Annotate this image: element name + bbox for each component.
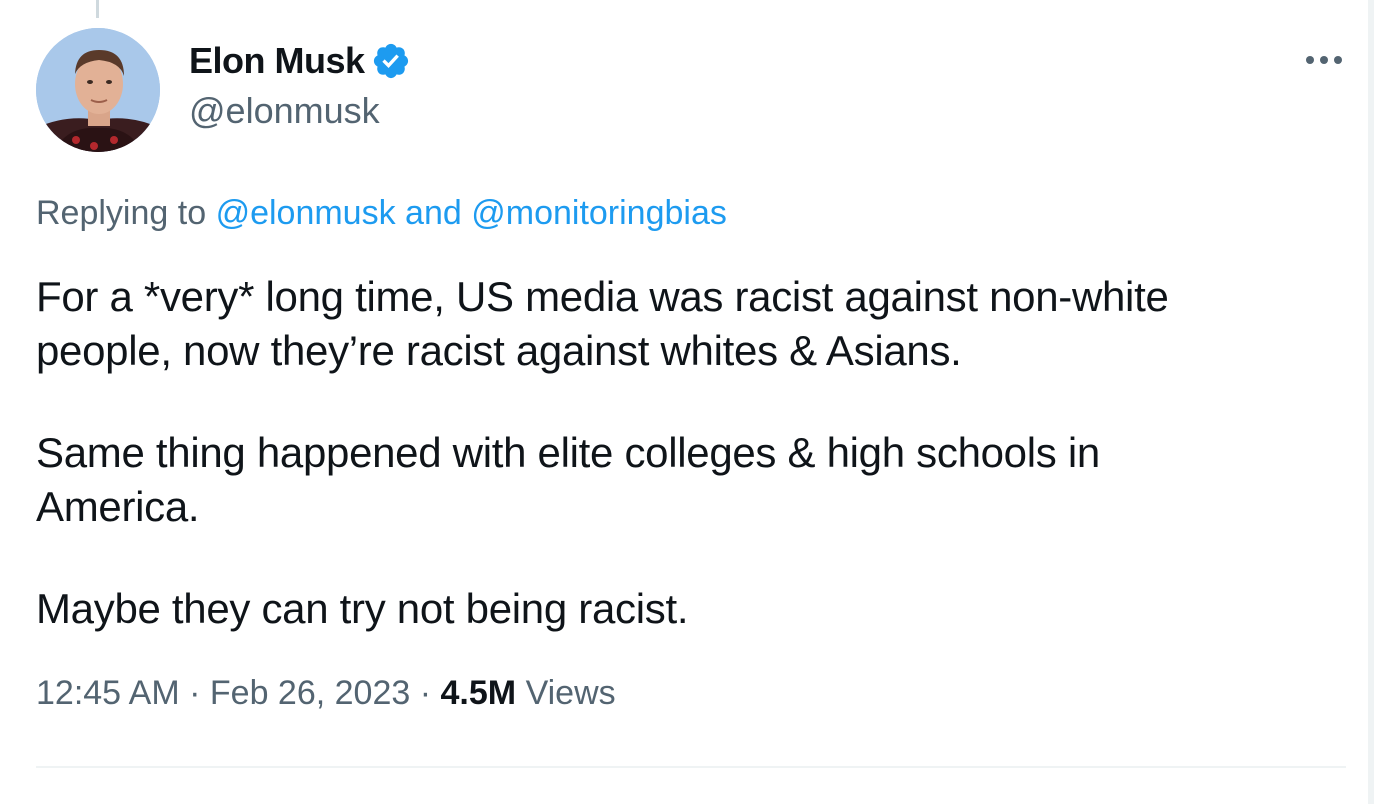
verified-badge-icon[interactable] [371, 41, 411, 81]
reply-mention-conjunction: and [405, 194, 462, 232]
timeline-border [1368, 0, 1374, 804]
author-handle[interactable]: @elonmusk [189, 90, 380, 132]
meta-separator: · [189, 674, 201, 712]
tweet-metadata: 12:45 AM · Feb 26, 2023 · 4.5M Views [36, 674, 616, 713]
author-name-row: Elon Musk [189, 38, 411, 84]
reply-mention-elonmusk[interactable]: @elonmusk [216, 194, 396, 232]
more-options-button[interactable] [1300, 42, 1348, 78]
views-count: 4.5M [440, 674, 517, 712]
tweet-time[interactable]: 12:45 AM [36, 674, 180, 712]
author-display-name[interactable]: Elon Musk [189, 40, 365, 82]
tweet-date[interactable]: Feb 26, 2023 [210, 674, 410, 712]
views-label: Views [525, 674, 616, 712]
tweet-paragraph: Same thing happened with elite colleges … [36, 429, 1100, 530]
replying-to-line: Replying to @elonmusk and @monitoringbia… [36, 194, 727, 233]
avatar-image [36, 28, 160, 152]
more-options-icon [1306, 56, 1342, 64]
tweet-paragraph: Maybe they can try not being racist. [36, 585, 689, 632]
tweet-paragraph: For a *very* long time, US media was rac… [36, 273, 1169, 374]
avatar[interactable] [36, 28, 160, 152]
replying-to-label: Replying to [36, 194, 207, 232]
divider [36, 766, 1346, 768]
tweet-text: For a *very* long time, US media was rac… [36, 270, 1326, 684]
meta-separator: · [419, 674, 432, 712]
reply-mention-monitoringbias[interactable]: @monitoringbias [471, 194, 727, 232]
thread-connector-line [96, 0, 99, 18]
